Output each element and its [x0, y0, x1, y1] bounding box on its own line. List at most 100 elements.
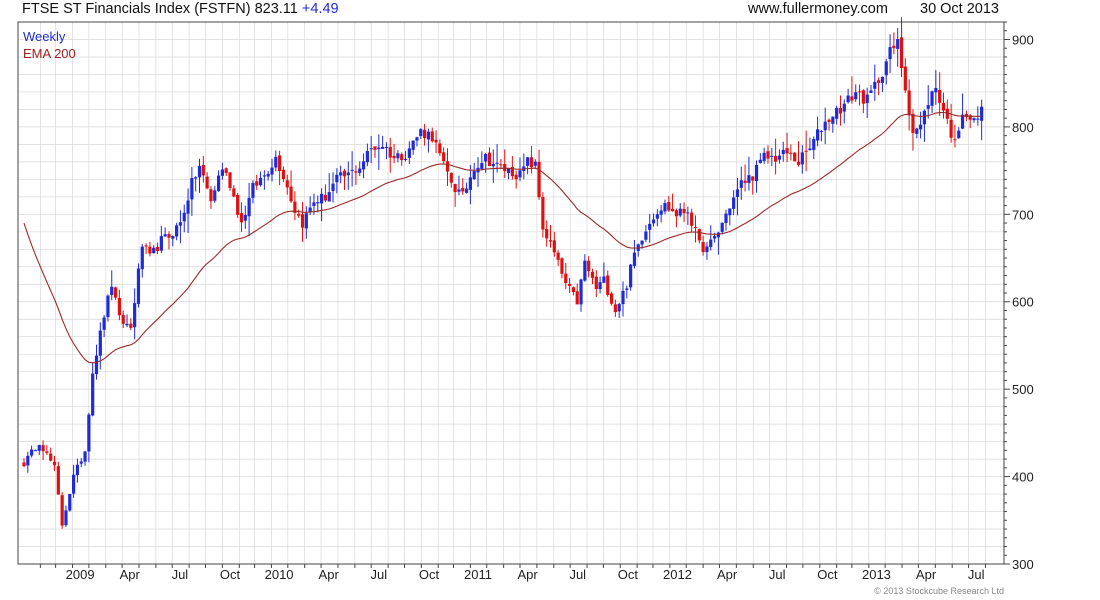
candle-body: [144, 245, 148, 247]
candle-body: [827, 119, 831, 122]
candle: [819, 130, 823, 142]
y-tick-label: 600: [1012, 295, 1034, 310]
candle-body: [472, 171, 476, 180]
candle-body: [503, 164, 507, 172]
candle-body: [243, 215, 247, 221]
candle-body: [609, 293, 614, 304]
candle-body: [327, 192, 331, 202]
candle-body: [94, 355, 99, 375]
candlestick-chart: 300 400 500 600 700 800 900 2009 Apr Jul Oct 2010 A…: [17, 17, 1034, 596]
candle: [846, 88, 850, 104]
candle: [60, 492, 64, 529]
candle-body: [960, 114, 965, 129]
candle-body: [884, 61, 888, 76]
candle: [232, 185, 236, 198]
candle: [812, 136, 816, 160]
candle: [751, 176, 755, 195]
candle: [419, 128, 423, 139]
candle-body: [423, 129, 427, 138]
candle-body: [190, 177, 194, 200]
x-tick-label: Apr: [916, 567, 937, 582]
candle: [365, 143, 369, 167]
candle: [171, 235, 175, 247]
candle: [49, 447, 53, 462]
candle-body: [804, 150, 808, 152]
candle-body: [556, 252, 560, 260]
candle-body: [426, 131, 431, 140]
candle-body: [552, 240, 556, 253]
candle: [754, 160, 759, 193]
candle-body: [674, 210, 679, 217]
candle: [705, 242, 709, 260]
candle: [68, 493, 72, 512]
x-tick-label: Apr: [518, 567, 539, 582]
candle: [110, 270, 114, 301]
candle-body: [377, 147, 381, 150]
candle: [239, 202, 244, 232]
candle-body: [560, 258, 564, 274]
candle: [709, 225, 713, 251]
candle: [632, 239, 637, 269]
candle-body: [30, 449, 34, 456]
candle-body: [71, 474, 76, 494]
candle-body: [880, 76, 885, 83]
candle-body: [60, 495, 64, 526]
candle-body: [571, 287, 576, 293]
candle: [468, 164, 472, 205]
candle: [896, 28, 900, 67]
candle-body: [487, 152, 492, 167]
y-axis: 300 400 500 600 700 800 900: [1004, 21, 1034, 572]
candle-body: [918, 124, 923, 130]
candle-body: [365, 151, 369, 163]
candle-body: [701, 242, 705, 253]
candle-body: [125, 323, 129, 326]
candle: [598, 276, 602, 294]
candle: [693, 215, 698, 243]
candle: [674, 208, 679, 228]
candle-body: [865, 94, 869, 104]
candle-body: [117, 297, 121, 316]
candle-body: [697, 229, 701, 241]
candle-body: [537, 161, 541, 198]
candle-body: [815, 129, 820, 141]
candle-body: [613, 304, 617, 313]
x-tick-label: Oct: [419, 567, 440, 582]
candle-body: [625, 288, 629, 290]
candle: [629, 263, 633, 291]
candle: [209, 186, 213, 209]
candle: [87, 412, 91, 463]
candle: [537, 149, 541, 200]
candle-body: [835, 107, 839, 119]
candle: [190, 167, 194, 216]
candle: [732, 190, 736, 216]
candle: [197, 158, 202, 193]
candle-body: [640, 240, 644, 245]
candle: [758, 153, 762, 164]
candle: [98, 322, 102, 370]
candle-body: [800, 152, 804, 165]
candle-body: [434, 139, 438, 143]
candle-body: [319, 193, 324, 204]
candle-body: [949, 119, 953, 138]
candle: [651, 213, 656, 227]
candle-body: [121, 314, 125, 324]
candle-body: [369, 148, 373, 150]
candle-body: [384, 147, 389, 149]
candle: [224, 167, 228, 177]
candle: [823, 107, 827, 145]
candle-body: [735, 189, 740, 197]
candle-body: [857, 91, 862, 93]
candle-body: [617, 303, 621, 312]
candle-body: [892, 45, 896, 49]
candle: [243, 205, 247, 229]
candle-body: [148, 246, 152, 254]
x-tick-label: Oct: [220, 567, 241, 582]
copyright-note: © 2013 Stockcube Research Ltd: [874, 586, 1004, 596]
candle-body: [49, 453, 53, 461]
plot-frame: [17, 21, 1005, 565]
candle-body: [846, 95, 850, 103]
candle-body: [445, 161, 450, 172]
candle: [392, 143, 396, 164]
candle-body: [415, 137, 419, 141]
candle: [659, 204, 663, 223]
